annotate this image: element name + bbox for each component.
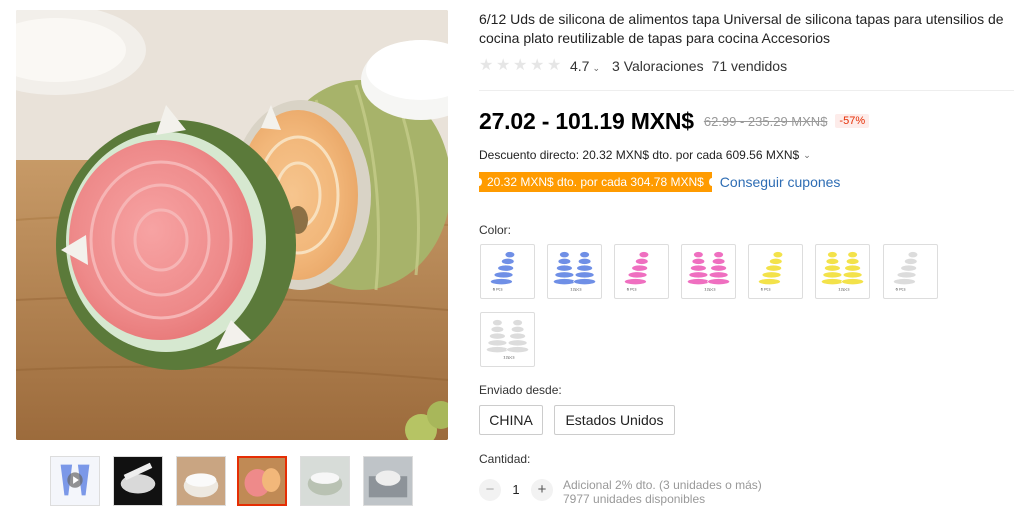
ship-from-us[interactable]: Estados Unidos [554, 405, 675, 435]
swatch-label: 12pcs [570, 286, 581, 291]
color-option-blue-12pcs[interactable]: 12pcs [547, 244, 602, 299]
quantity-notes: Adicional 2% dto. (3 unidades o más) 797… [563, 478, 762, 506]
swatch-label: 6 Pcs [627, 286, 637, 291]
color-option-white-12pcs[interactable]: 12pcs [480, 312, 535, 367]
thumbnail-strip [50, 456, 420, 508]
chevron-down-icon: ⌄ [592, 63, 601, 73]
price: 27.02 - 101.19 MXN$ [479, 107, 694, 134]
divider [479, 90, 1014, 91]
thumbnail-2[interactable] [113, 456, 163, 506]
direct-discount[interactable]: Descuento directo: 20.32 MXN$ dto. por c… [479, 148, 811, 162]
quantity-label: Cantidad: [479, 452, 531, 466]
direct-discount-text: Descuento directo: 20.32 MXN$ dto. por c… [479, 148, 800, 162]
sold-count: 71 vendidos [711, 58, 788, 74]
product-title: 6/12 Uds de silicona de alimentos tapa U… [479, 11, 1004, 46]
chevron-down-icon: ⌄ [803, 149, 811, 160]
lids-on-melon-thumb-icon [239, 458, 285, 504]
thumbnail-4[interactable] [237, 456, 287, 506]
get-coupons-link[interactable]: Conseguir cupones [720, 174, 841, 190]
silicone-lid-stack-icon: 6 Pcs [758, 251, 784, 291]
swatch-label: 12pcs [838, 286, 849, 291]
extra-discount-note: Adicional 2% dto. (3 unidades o más) [563, 478, 762, 492]
quantity-stepper: − 1 + Adicional 2% dto. (3 unidades o má… [479, 478, 762, 506]
available-units: 7977 unidades disponibles [563, 492, 706, 506]
silicone-lid-stack-icon: 12pcs [687, 251, 730, 291]
star-icon: ★ [513, 57, 528, 74]
star-icon: ★ [479, 57, 494, 74]
decrease-quantity-button[interactable]: − [479, 479, 501, 501]
discount-badge: -57% [835, 114, 870, 128]
silicone-lid-stack-icon: 12pcs [486, 319, 529, 359]
color-option-white-6pcs[interactable]: 6 Pcs [883, 244, 938, 299]
lid-on-bowl-thumb-icon [177, 457, 225, 505]
rating-stars: ★ ★ ★ ★ ★ [479, 58, 563, 74]
color-option-pink-6pcs[interactable]: 6 Pcs [614, 244, 669, 299]
silicone-lid-stack-icon: 6 Pcs [490, 251, 516, 291]
swatch-label: 6 Pcs [896, 286, 906, 291]
increase-quantity-button[interactable]: + [531, 479, 553, 501]
color-option-blue-6pcs[interactable]: 6 Pcs [480, 244, 535, 299]
star-icon: ★ [530, 57, 545, 74]
silicone-lid-stack-icon: 6 Pcs [893, 251, 919, 291]
quantity-value[interactable]: 1 [501, 478, 531, 502]
reviews-link[interactable]: 3 Valoraciones [612, 58, 704, 74]
swatch-label: 12pcs [503, 354, 514, 359]
star-icon: ★ [547, 57, 562, 74]
swatch-label: 12pcs [704, 286, 715, 291]
lid-on-glass-bowl-thumb-icon [301, 457, 349, 505]
rating-row: ★ ★ ★ ★ ★ 4.7 ⌄ 3 Valoraciones 71 vendido… [479, 57, 787, 75]
blue-lids-video-thumb-icon [51, 457, 99, 505]
silicone-lid-stack-icon: 12pcs [553, 251, 596, 291]
silicone-lid-stack-icon: 6 Pcs [624, 251, 650, 291]
main-product-image[interactable] [16, 10, 448, 440]
color-label: Color: [479, 223, 512, 237]
swatch-label: 6 Pcs [761, 286, 771, 291]
thumbnail-5[interactable] [300, 456, 350, 506]
rating-value[interactable]: 4.7 ⌄ [570, 58, 600, 74]
thumbnail-6[interactable] [363, 456, 413, 506]
thumbnail-3[interactable] [176, 456, 226, 506]
color-option-yellow-6pcs[interactable]: 6 Pcs [748, 244, 803, 299]
ship-from-china[interactable]: CHINA [479, 405, 543, 435]
color-option-pink-12pcs[interactable]: 12pcs [681, 244, 736, 299]
thumbnail-1[interactable] [50, 456, 100, 506]
swatch-label: 6 Pcs [493, 286, 503, 291]
color-option-yellow-12pcs[interactable]: 12pcs [815, 244, 870, 299]
silicone-lid-stack-icon: 12pcs [821, 251, 864, 291]
coupon-tag: 20.32 MXN$ dto. por cada 304.78 MXN$ [476, 172, 715, 192]
price-row: 27.02 - 101.19 MXN$ 62.99 - 235.29 MXN$ … [479, 106, 870, 136]
star-icon: ★ [496, 57, 511, 74]
original-price: 62.99 - 235.29 MXN$ [703, 113, 828, 129]
lid-on-container-dark-thumb-icon [114, 457, 162, 505]
shipping-label: Enviado desde: [479, 383, 562, 397]
coupon-row: 20.32 MXN$ dto. por cada 304.78 MXN$ Con… [476, 172, 841, 192]
lid-in-dishwasher-thumb-icon [364, 457, 412, 505]
